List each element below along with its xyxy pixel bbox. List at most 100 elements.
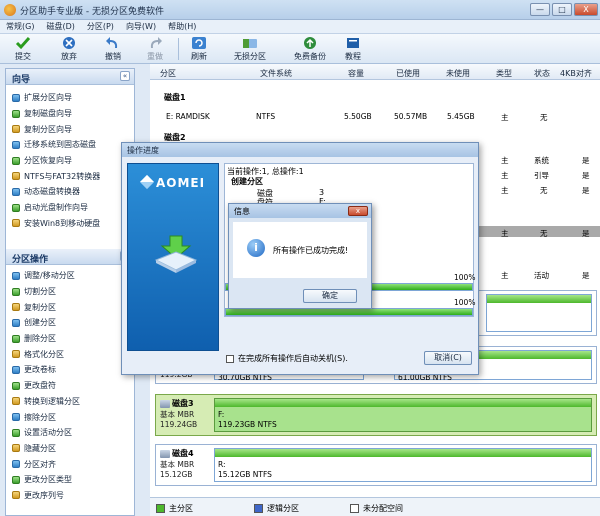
partition-op-item[interactable]: 隐藏分区	[12, 441, 134, 457]
col-used[interactable]: 已使用	[396, 68, 420, 79]
maximize-button[interactable]: □	[552, 3, 572, 16]
row-align: 是	[582, 271, 590, 280]
menu-bar: 常规(G) 磁盘(D) 分区(P) 向导(W) 帮助(H)	[0, 20, 600, 34]
partition-op-item[interactable]: 切割分区	[12, 284, 134, 300]
legend: 主分区 逻辑分区 未分配空间	[150, 497, 600, 516]
row-name[interactable]: E: RAMDISK	[166, 112, 210, 121]
row-type: 主	[501, 113, 509, 122]
disk4-card[interactable]: 磁盘4 基本 MBR 15.12GB R: 15.12GB NTFS	[155, 444, 597, 486]
row-capacity: 5.50GB	[344, 112, 372, 121]
col-status[interactable]: 状态	[534, 68, 550, 79]
undo-button[interactable]: 撤销	[96, 35, 130, 63]
row-status: 无	[540, 113, 548, 122]
progress-title: 操作进度	[122, 143, 478, 157]
backup-icon	[304, 37, 316, 49]
lossless-partition-button[interactable]: 无损分区	[228, 35, 272, 63]
partition-op-item[interactable]: 更改盘符	[12, 378, 134, 394]
unallocated-swatch	[350, 504, 359, 513]
primary-swatch	[156, 504, 165, 513]
submit-button[interactable]: 提交	[6, 35, 40, 63]
col-capacity[interactable]: 容量	[348, 68, 364, 79]
partition-ops-header[interactable]: 分区操作 «	[6, 249, 134, 265]
wizard-item[interactable]: 启动光盘制作向导	[12, 200, 134, 216]
window-title: 分区助手专业版 - 无损分区免费软件	[20, 7, 164, 17]
redo-button[interactable]: 重做	[138, 35, 172, 63]
menu-help[interactable]: 帮助(H)	[162, 20, 202, 33]
item-icon	[12, 203, 20, 212]
disk3-size: 119.24GB	[160, 420, 198, 429]
partition-op-item[interactable]: 创建分区	[12, 315, 134, 331]
wizard-item[interactable]: 分区恢复向导	[12, 153, 134, 169]
item-icon	[12, 156, 20, 165]
item-icon	[12, 219, 20, 228]
partition-icon	[243, 39, 257, 48]
disk3-name: 磁盘3	[172, 399, 194, 408]
partition-op-item[interactable]: 删除分区	[12, 331, 134, 347]
wizard-header[interactable]: 向导 «	[6, 69, 134, 85]
col-filesystem[interactable]: 文件系统	[260, 68, 292, 79]
partition-op-item[interactable]: 设置活动分区	[12, 425, 134, 441]
minimize-button[interactable]: —	[530, 3, 550, 16]
partition-bar-f[interactable]: F: 119.23GB NTFS	[214, 398, 592, 432]
refresh-button[interactable]: 刷新	[184, 35, 214, 63]
partition-bar-r[interactable]: R: 15.12GB NTFS	[214, 448, 592, 482]
wizard-item[interactable]: 安装Win8到移动硬盘	[12, 216, 134, 232]
col-align[interactable]: 4KB对齐	[560, 68, 592, 79]
partition-op-item[interactable]: 复制分区	[12, 299, 134, 315]
free-backup-button[interactable]: 免费备份	[288, 35, 332, 63]
item-icon	[12, 413, 20, 422]
partition-op-item[interactable]: 更改分区类型	[12, 472, 134, 488]
close-button[interactable]: X	[574, 3, 598, 16]
collapse-chevron-icon[interactable]: «	[120, 71, 130, 81]
tutorial-button[interactable]: 教程	[340, 35, 366, 63]
col-unused[interactable]: 未使用	[446, 68, 470, 79]
discard-button[interactable]: 放弃	[52, 35, 86, 63]
discard-icon	[63, 37, 75, 49]
partition-op-item[interactable]: 更改卷标	[12, 362, 134, 378]
wizard-item[interactable]: 迁移系统到固态磁盘	[12, 137, 134, 153]
partition-ops-list: 调整/移动分区 切割分区 复制分区 创建分区 删除分区 格式化分区 更改卷标 更改盘符 转换到逻…	[12, 268, 134, 503]
row-status: 活动	[534, 271, 549, 280]
partition-op-item[interactable]: 调整/移动分区	[12, 268, 134, 284]
item-icon	[12, 140, 20, 149]
wizard-item[interactable]: 复制磁盘向导	[12, 106, 134, 122]
wizard-item[interactable]: NTFS与FAT32转换器	[12, 168, 134, 184]
menu-partition[interactable]: 分区(P)	[81, 20, 120, 33]
row-type: 主	[501, 186, 509, 195]
auto-shutdown-checkbox[interactable]: 在完成所有操作后自动关机(S).	[226, 353, 348, 364]
menu-general[interactable]: 常规(G)	[0, 20, 40, 33]
menu-wizard[interactable]: 向导(W)	[120, 20, 162, 33]
wizard-item[interactable]: 扩展分区向导	[12, 90, 134, 106]
partition-op-item[interactable]: 更改序列号	[12, 488, 134, 504]
info-message: 所有操作已成功完成!	[273, 246, 349, 255]
wizard-item[interactable]: 动态磁盘转换器	[12, 184, 134, 200]
col-partition[interactable]: 分区	[160, 68, 176, 79]
col-type[interactable]: 类型	[496, 68, 512, 79]
progress-bar-2	[225, 308, 473, 316]
item-icon	[12, 93, 20, 102]
info-close-button[interactable]: x	[348, 206, 368, 216]
book-icon	[347, 38, 359, 48]
item-icon	[12, 365, 20, 374]
cancel-button[interactable]: 取消(C)	[424, 351, 472, 365]
disk3-card[interactable]: 磁盘3 基本 MBR 119.24GB F: 119.23GB NTFS	[155, 394, 597, 436]
row-type: 主	[501, 229, 509, 238]
row-align: 是	[582, 229, 590, 238]
partition-op-item[interactable]: 擦除分区	[12, 409, 134, 425]
row-align: 是	[582, 186, 590, 195]
disk1-label: 磁盘1	[164, 93, 186, 102]
partition-bar[interactable]	[486, 294, 592, 332]
ok-button[interactable]: 确定	[303, 289, 357, 303]
item-icon	[12, 381, 20, 390]
disk3-type: 基本 MBR	[160, 410, 195, 419]
item-icon	[12, 444, 20, 453]
wizard-item[interactable]: 复制分区向导	[12, 121, 134, 137]
item-icon	[12, 303, 20, 312]
item-icon	[12, 187, 20, 196]
partition-op-item[interactable]: 分区对齐	[12, 456, 134, 472]
menu-disk[interactable]: 磁盘(D)	[40, 20, 80, 33]
partition-op-item[interactable]: 格式化分区	[12, 346, 134, 362]
partition-op-item[interactable]: 转换到逻辑分区	[12, 394, 134, 410]
item-icon	[12, 287, 20, 296]
item-icon	[12, 334, 20, 343]
